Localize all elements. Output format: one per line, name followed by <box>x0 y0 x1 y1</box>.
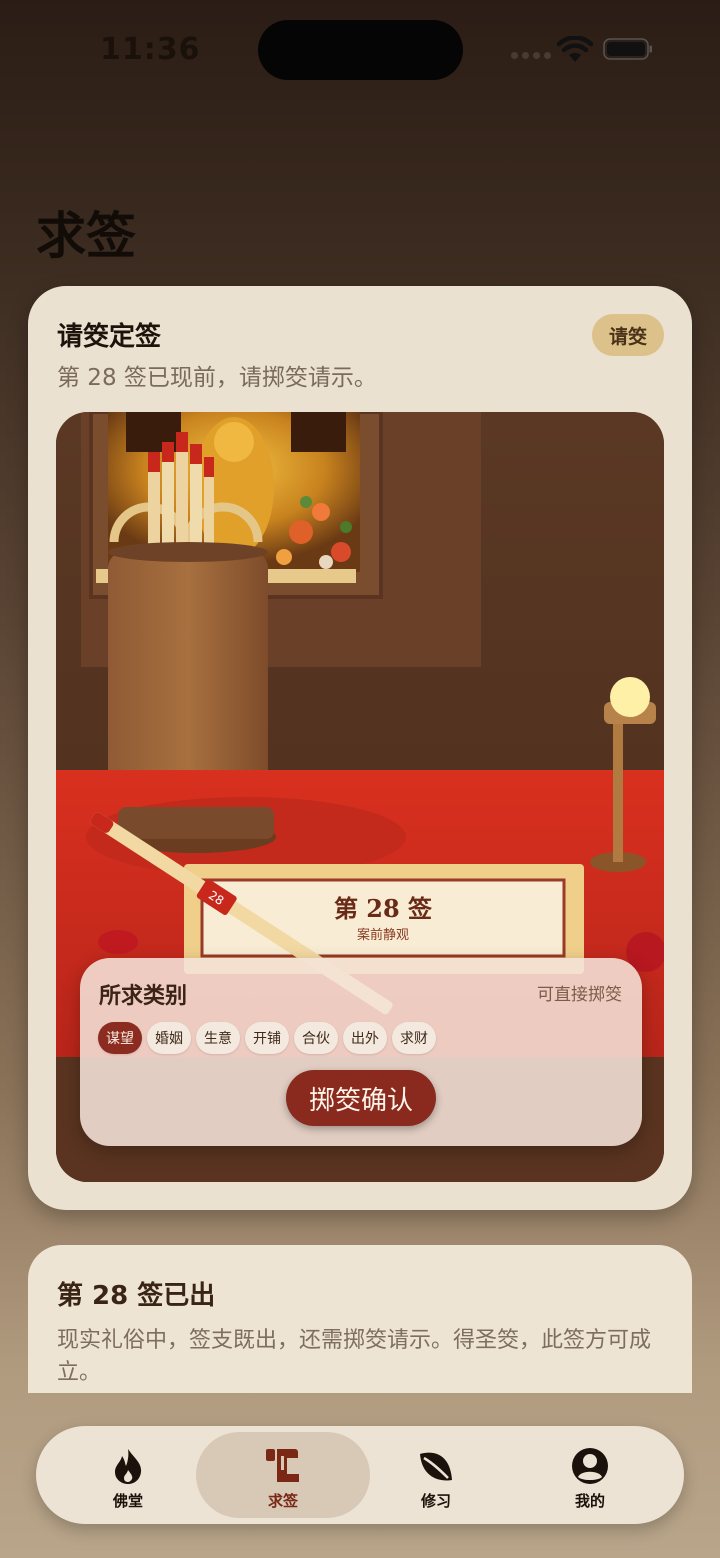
scroll-icon <box>266 1449 299 1482</box>
tab-draw-lot[interactable]: 求签 <box>196 1432 370 1518</box>
tab-label: 求签 <box>267 1492 298 1510</box>
chip-wealth[interactable]: 求财 <box>392 1022 436 1054</box>
lot-info-card: 第 28 签已出 现实礼俗中，签支既出，还需掷筊请示。得圣筊，此签方可成立。 <box>28 1245 692 1393</box>
tab-label: 修习 <box>420 1492 451 1510</box>
chip-business[interactable]: 生意 <box>196 1022 240 1054</box>
status-bar: 11:36 <box>0 0 720 100</box>
plaque-subtitle: 案前静观 <box>357 927 409 943</box>
card-title: 请筊定签 <box>57 322 162 352</box>
status-time: 11:36 <box>100 32 201 67</box>
person-icon <box>572 1448 608 1484</box>
wifi-icon <box>556 36 594 62</box>
plaque-title: 第 28 签 <box>334 894 433 923</box>
tab-label: 佛堂 <box>112 1492 143 1510</box>
flame-icon <box>115 1449 142 1484</box>
tab-mine[interactable]: 我的 <box>514 1432 666 1518</box>
chip-selected[interactable]: 谋望 <box>98 1022 142 1054</box>
leaf-icon <box>420 1452 452 1481</box>
chip-marriage[interactable]: 婚姻 <box>147 1022 191 1054</box>
chip-travel[interactable]: 出外 <box>343 1022 387 1054</box>
cellular-signal-icon <box>511 52 551 59</box>
request-badge-button[interactable]: 请筊 <box>592 314 664 356</box>
category-hint: 可直接掷筊 <box>537 985 622 1005</box>
category-panel: 所求类别 可直接掷筊 谋望 婚姻 生意 开铺 合伙 出外 求财 掷筊确认 <box>80 958 642 1146</box>
tab-label: 我的 <box>574 1492 605 1510</box>
chip-open-shop[interactable]: 开铺 <box>245 1022 289 1054</box>
battery-icon <box>603 38 652 60</box>
tab-bar: 佛堂 求签 修习 我的 <box>36 1426 684 1524</box>
card-subtitle: 第 28 签已现前，请掷筊请示。 <box>57 365 377 391</box>
draw-lot-card: 请筊定签 第 28 签已现前，请掷筊请示。 请筊 第 28 签 案前静观 28 … <box>28 286 692 1210</box>
info-body: 现实礼俗中，签支既出，还需掷筊请示。得圣筊，此签方可成立。 <box>57 1328 652 1385</box>
confirm-toss-button[interactable]: 掷筊确认 <box>286 1070 436 1126</box>
chip-partnership[interactable]: 合伙 <box>294 1022 338 1054</box>
tab-hall[interactable]: 佛堂 <box>52 1432 204 1518</box>
page-title: 求签 <box>36 207 136 265</box>
category-title: 所求类别 <box>99 984 188 1009</box>
tab-practice[interactable]: 修习 <box>360 1432 512 1518</box>
category-chips: 谋望 婚姻 生意 开铺 合伙 出外 求财 <box>98 1022 436 1054</box>
info-title: 第 28 签已出 <box>57 1281 216 1311</box>
dynamic-island <box>258 20 463 80</box>
